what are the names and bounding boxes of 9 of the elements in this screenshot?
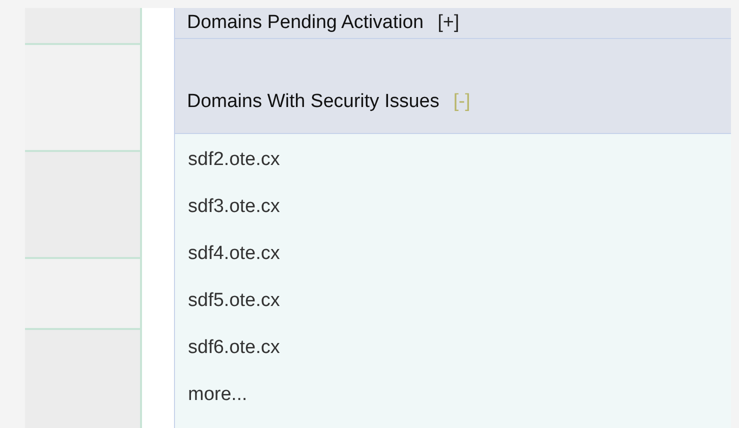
- domain-link[interactable]: sdf5.ote.cx: [188, 289, 718, 312]
- domain-link[interactable]: sdf6.ote.cx: [188, 336, 718, 359]
- section-title: Domains With Security Issues: [187, 91, 440, 113]
- section-title: Domains Pending Activation: [187, 12, 424, 34]
- domain-link[interactable]: sdf2.ote.cx: [188, 148, 718, 171]
- domain-link[interactable]: more...: [188, 383, 718, 406]
- domain-link[interactable]: sdf3.ote.cx: [188, 195, 718, 218]
- domain-link[interactable]: sdf4.ote.cx: [188, 242, 718, 265]
- expand-toggle[interactable]: [+]: [438, 12, 460, 34]
